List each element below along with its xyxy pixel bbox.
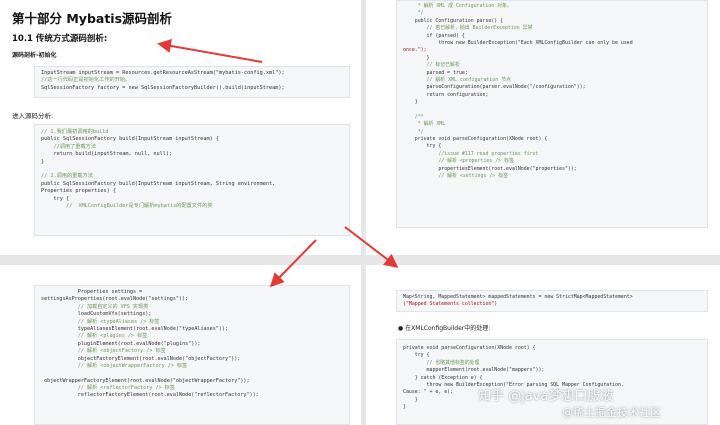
code-line: loadCustomVfs(settings); [41, 311, 152, 318]
code-block: Properties settings = settingsAsProperti… [34, 285, 350, 425]
code-line: } [403, 99, 418, 106]
code-line: parsed = true; [403, 69, 468, 76]
code-line: // 解析 <typeAliases /> 标签 [41, 318, 160, 325]
code-line: return build(inputStream, null, null); [41, 151, 173, 158]
code-line: try { [403, 352, 430, 359]
code-line: // 解析 XML configuration 节点 [403, 76, 511, 83]
document-page-top-right: * 解析 XML 成 Configuration 对象。 */ public C… [366, 0, 720, 255]
code-line: Properties settings = [41, 289, 143, 295]
watermark-juejin: @稀土掘金技术社区 [562, 406, 661, 419]
code-block: * 解析 XML 成 Configuration 对象。 */ public C… [396, 0, 708, 228]
document-page-top-left: 第十部分 Mybatis源码剖析 10.1 传统方式源码剖析: 源码剖析-初始化… [0, 0, 361, 255]
code-line: return configuration; [403, 91, 489, 98]
code-line: Map<String, MappedStatement> mappedState… [403, 294, 633, 300]
code-line: settingsAsProperties(root.evalNode("sett… [41, 296, 189, 303]
paragraph-text: 进入源码分析: [12, 112, 54, 120]
code-line: // 解析 <settings /> 标签 [403, 172, 508, 179]
page-title: 第十部分 Mybatis源码剖析 [12, 11, 173, 26]
code-block: Map<String, MappedStatement> mappedState… [396, 290, 708, 312]
code-line: // 若已解析，抛出 BuilderException 异常 [403, 25, 533, 32]
code-line: objectWrapperFactoryElement(root.evalNod… [41, 377, 250, 384]
code-line: throw new BuilderException("Each XMLConf… [403, 39, 633, 46]
code-line: ("Mapped Statements collection") [403, 301, 498, 308]
code-line: // 1.我们最初调用的build [41, 129, 109, 135]
code-line: private void parseConfiguration(XNode ro… [403, 345, 536, 351]
code-block: InputStream inputStream = Resources.getR… [34, 66, 350, 98]
code-line: reflectorFactoryElement(root.evalNode("r… [41, 392, 259, 399]
bullet-item: ● 在XMLConfigBuilder中的处理: [398, 323, 490, 332]
code-line: } [41, 158, 45, 165]
code-line: // 解析 <plugins /> 标签 [41, 333, 148, 340]
code-line: private void parseConfiguration(XNode ro… [403, 136, 548, 143]
code-line: objectFactoryElement(root.evalNode("obje… [41, 355, 241, 362]
code-line: } catch (Exception e) { [403, 374, 483, 381]
code-line: try { [403, 143, 442, 150]
code-line: mapperElement(root.evalNode("mappers")); [403, 367, 545, 374]
code-line: // 解析 <objectWrapperFactory /> 标签 [41, 362, 188, 369]
code-line: Properties properties) { [41, 188, 116, 195]
code-line: // 省略其他标签的处理 [403, 359, 480, 366]
code-line: // XMLConfigBuilder是专门解析mybatis的配置文件的类 [41, 202, 213, 209]
code-line: if (parsed) { [403, 32, 465, 39]
code-line: */ [403, 10, 424, 17]
code-line: /** [403, 113, 424, 120]
code-line: * 解析 XML [403, 121, 446, 128]
code-line: public SqlSessionFactory build(InputStre… [41, 136, 220, 143]
code-line: // 2.调用的重载方法 [41, 173, 93, 180]
code-line: * 解析 XML 成 Configuration 对象。 [403, 3, 512, 9]
code-line: */ [403, 128, 424, 135]
code-line: once."); [403, 47, 427, 54]
document-page-bottom-right: Map<String, MappedStatement> mappedState… [366, 265, 720, 425]
code-line: try { [41, 195, 70, 202]
section-heading: 10.1 传统方式源码剖析: [12, 34, 108, 44]
bullet-text: 在XMLConfigBuilder中的处理: [405, 325, 491, 332]
code-line: // 解析 <objectFactory /> 标签 [41, 348, 166, 355]
subsection-heading: 源码剖析-初始化 [12, 52, 57, 59]
watermark-zhihu: 知乎 @java梦想口服液 [478, 389, 614, 404]
code-line: public SqlSessionFactory build(InputStre… [41, 180, 276, 187]
code-line: // 标记已解析 [403, 62, 460, 69]
code-block: private void parseConfiguration(XNode ro… [396, 339, 708, 425]
code-line: //这一行代码正是初始化工作的开始。 [41, 77, 131, 84]
code-line: SqlSessionFactory factory = new SqlSessi… [41, 84, 285, 91]
code-line: parseConfiguration(parser.evalNode("/con… [403, 84, 586, 91]
document-page-bottom-left: Properties settings = settingsAsProperti… [0, 265, 361, 425]
code-line: //调用了重载方法 [41, 143, 97, 150]
code-line: // 解析 <properties /> 标签 [403, 158, 514, 165]
code-line: propertiesElement(root.evalNode("propert… [403, 165, 577, 172]
code-line: // 加载自定义的 VFS 实现类 [41, 303, 149, 310]
code-block: // 1.我们最初调用的build public SqlSessionFacto… [34, 124, 350, 236]
code-line: // 解析 <reflectorFactory /> 标签 [41, 385, 175, 392]
bullet-dot-icon: ● [398, 325, 404, 332]
